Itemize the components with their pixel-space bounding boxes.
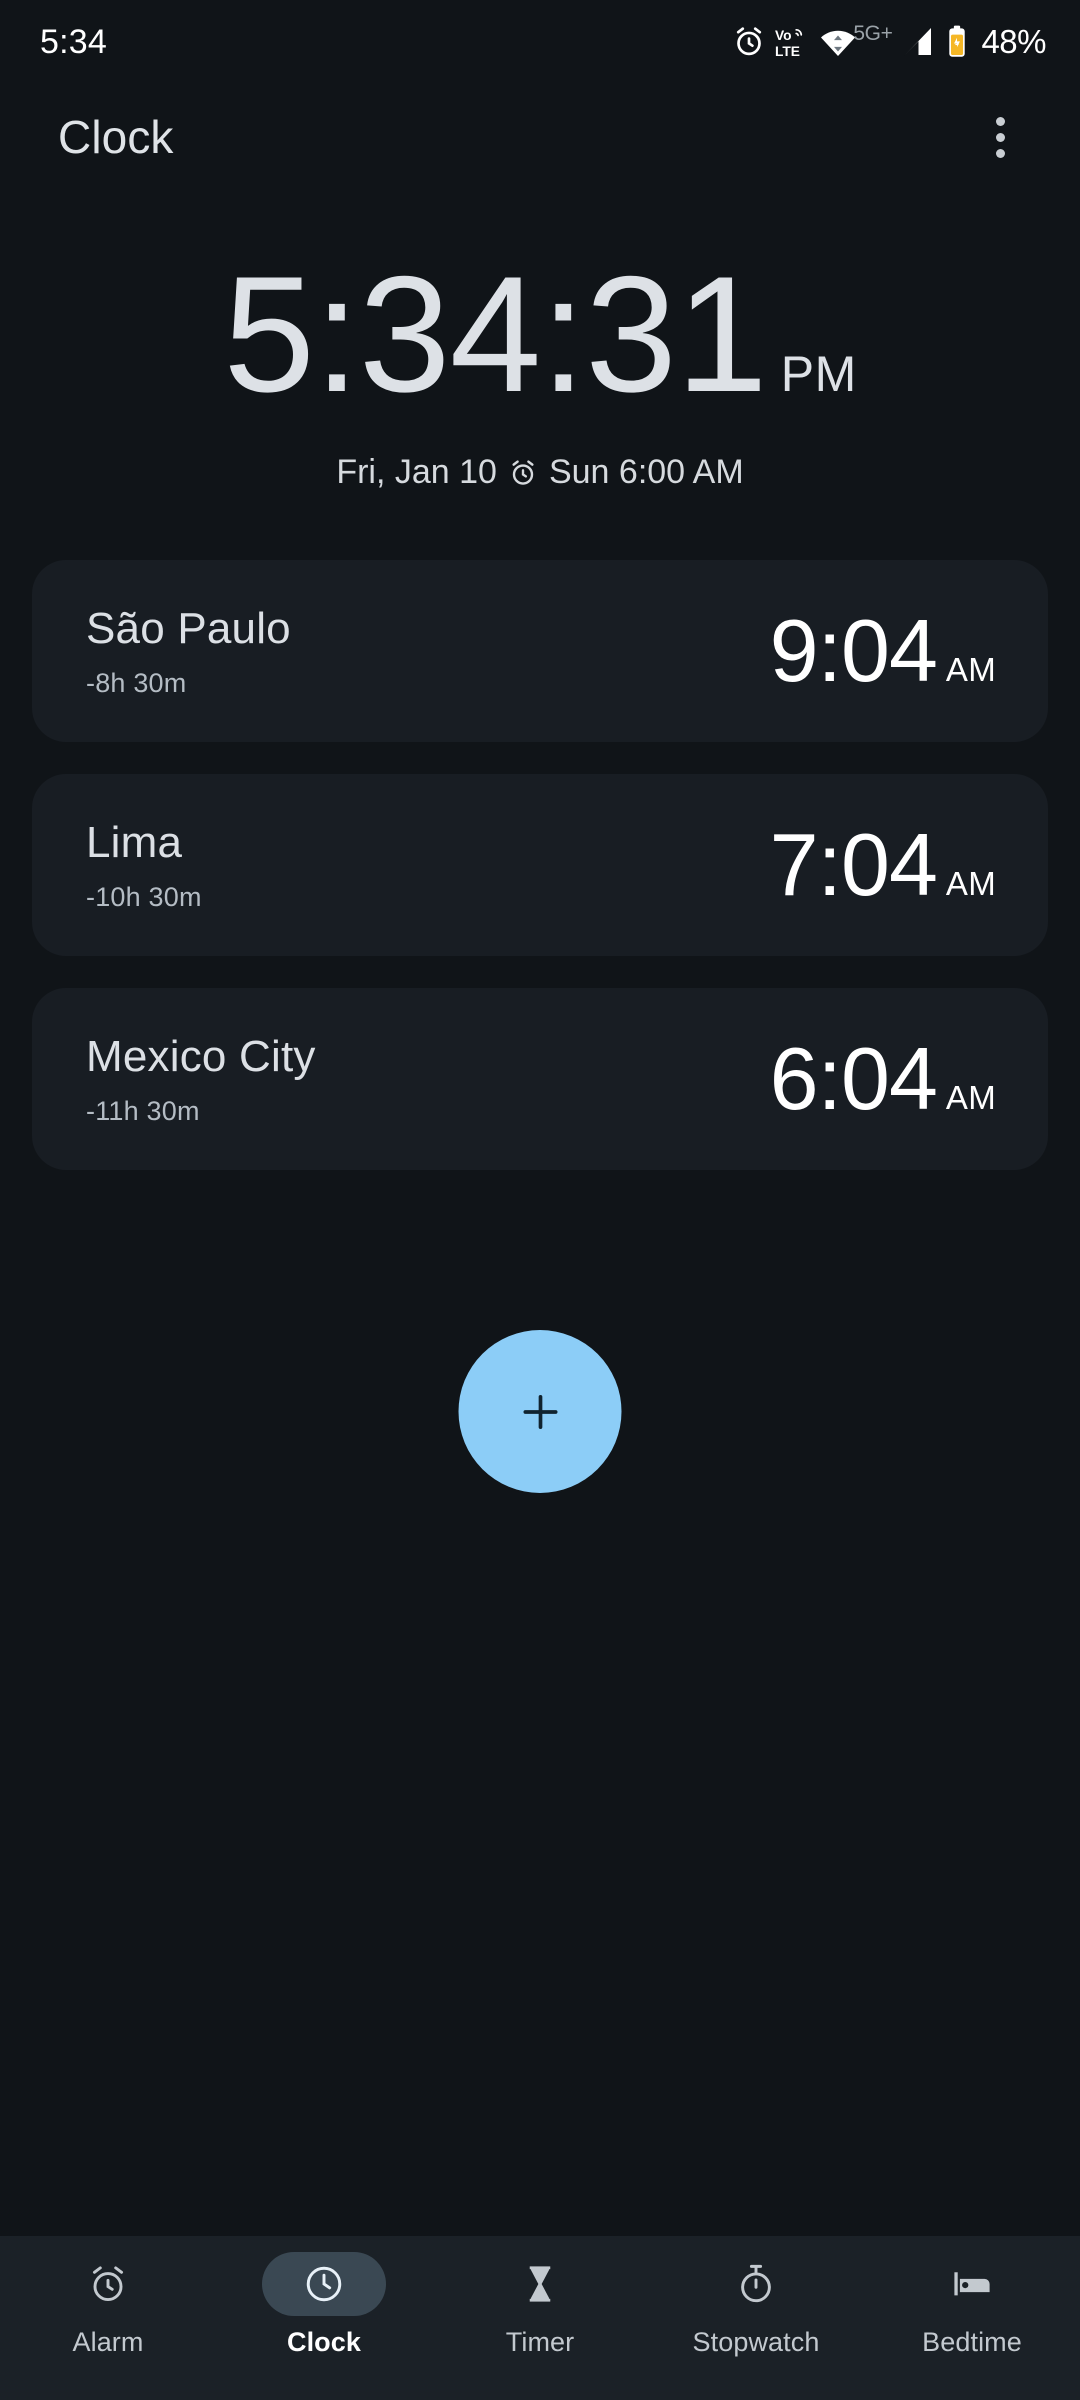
overflow-dot <box>995 148 1005 158</box>
svg-text:Vo: Vo <box>775 28 792 43</box>
world-clock-city-name: São Paulo <box>86 603 291 653</box>
world-clock-card-info: São Paulo -8h 30m <box>86 604 291 699</box>
main-clock-time: 5:34:31 <box>223 242 768 426</box>
main-clock-ampm: PM <box>780 346 857 402</box>
world-clock-card-time: 7:04 AM <box>770 821 996 909</box>
world-clock-card-info: Lima -10h 30m <box>86 818 202 913</box>
bottom-navigation-bar: Alarm Clock Timer Stopwatch Bedtime <box>0 2236 1080 2400</box>
world-clock-card[interactable]: São Paulo -8h 30m 9:04 AM <box>32 560 1048 742</box>
nav-pill <box>910 2252 1034 2316</box>
nav-item-alarm[interactable]: Alarm <box>0 2252 216 2358</box>
svg-text:LTE: LTE <box>775 44 800 59</box>
date-and-next-alarm: Fri, Jan 10 Sun 6:00 AM <box>336 453 743 492</box>
nav-item-bedtime[interactable]: Bedtime <box>864 2252 1080 2358</box>
world-clock-time: 6:04 <box>769 1029 938 1128</box>
world-clock-city-name: Lima <box>86 817 183 867</box>
world-clock-ampm: AM <box>945 1079 996 1116</box>
fab-area <box>0 1170 1080 2236</box>
world-clock-ampm: AM <box>945 651 996 688</box>
overflow-dot <box>995 116 1005 126</box>
hourglass-icon <box>518 2262 562 2306</box>
nav-label-stopwatch: Stopwatch <box>692 2327 820 2357</box>
nav-item-clock[interactable]: Clock <box>216 2252 432 2358</box>
nav-pill <box>694 2252 818 2316</box>
nav-pill-active <box>262 2252 386 2316</box>
add-city-fab[interactable] <box>458 1330 622 1493</box>
world-clock-card[interactable]: Mexico City -11h 30m 6:04 AM <box>32 988 1048 1170</box>
next-alarm-time: Sun 6:00 AM <box>548 453 744 491</box>
status-bar-time: 5:34 <box>40 22 107 61</box>
status-bar-icons: Vo LTE 5G+ 48% <box>732 22 1046 61</box>
nav-label-timer: Timer <box>505 2327 575 2357</box>
status-bar: 5:34 Vo LTE 5G+ 48% <box>0 0 1080 84</box>
world-clock-offset: -10h 30m <box>86 881 202 912</box>
alarm-icon <box>86 2262 130 2306</box>
alarm-icon <box>732 25 766 59</box>
overflow-dot <box>995 132 1005 142</box>
world-clock-list: São Paulo -8h 30m 9:04 AM Lima -10h 30m … <box>0 560 1080 1170</box>
signal-icon <box>901 27 935 57</box>
network-type-label: 5G+ <box>853 22 893 45</box>
world-clock-card[interactable]: Lima -10h 30m 7:04 AM <box>32 774 1048 956</box>
current-date: Fri, Jan 10 <box>336 453 497 491</box>
bed-icon <box>950 2262 994 2306</box>
world-clock-card-time: 9:04 AM <box>770 607 996 695</box>
nav-pill <box>478 2252 602 2316</box>
stopwatch-icon <box>734 2262 778 2306</box>
world-clock-card-info: Mexico City -11h 30m <box>86 1032 316 1127</box>
battery-charging-icon <box>944 25 970 59</box>
wifi-icon <box>820 27 856 57</box>
battery-percent-label: 48% <box>981 23 1046 60</box>
clock-icon <box>302 2262 346 2306</box>
nav-label-alarm: Alarm <box>72 2327 144 2357</box>
world-clock-time: 9:04 <box>769 601 938 700</box>
page-title: Clock <box>58 111 174 163</box>
world-clock-offset: -11h 30m <box>86 1095 200 1126</box>
plus-icon <box>514 1386 566 1438</box>
main-clock: 5:34:31 PM Fri, Jan 10 Sun 6:00 AM <box>0 190 1080 492</box>
nav-item-stopwatch[interactable]: Stopwatch <box>648 2252 864 2358</box>
clock-app-screen: 5:34 Vo LTE 5G+ 48% Clock 5:34:31 PM Fri… <box>0 0 1080 2400</box>
main-clock-time-row: 5:34:31 PM <box>223 252 857 417</box>
nav-pill <box>46 2252 170 2316</box>
volte-icon: Vo LTE <box>775 25 811 59</box>
nav-label-clock: Clock <box>286 2327 362 2357</box>
nav-label-bedtime: Bedtime <box>922 2327 1022 2357</box>
world-clock-offset: -8h 30m <box>86 667 187 698</box>
alarm-icon <box>508 458 538 488</box>
world-clock-ampm: AM <box>945 865 996 902</box>
overflow-menu-button[interactable] <box>968 105 1032 169</box>
world-clock-city-name: Mexico City <box>86 1031 316 1081</box>
nav-item-timer[interactable]: Timer <box>432 2252 648 2358</box>
app-bar: Clock <box>0 84 1080 190</box>
world-clock-card-time: 6:04 AM <box>770 1035 996 1123</box>
world-clock-time: 7:04 <box>769 815 938 914</box>
